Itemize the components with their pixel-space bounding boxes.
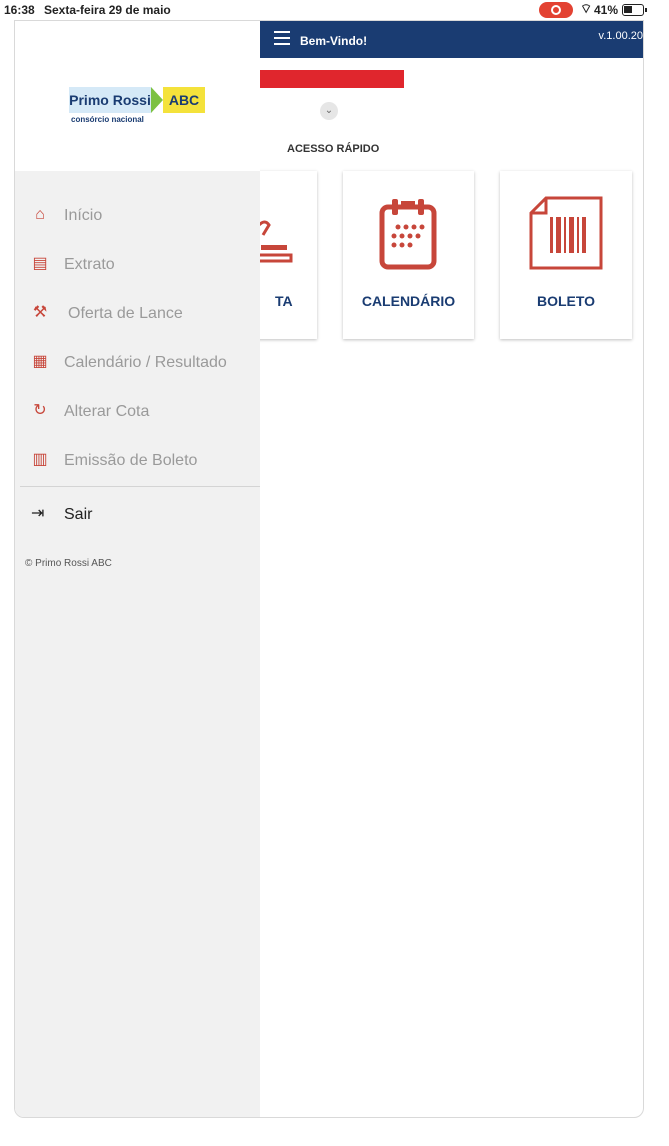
logo-name: Primo Rossi xyxy=(69,87,151,113)
screen-recording-icon xyxy=(539,2,573,18)
logout-icon: ⇥ xyxy=(31,505,45,522)
barcode-icon: ▥ xyxy=(32,451,48,468)
logo-abc: ABC xyxy=(163,87,205,113)
logo-arrow-icon xyxy=(151,87,163,113)
drawer-item-label: Extrato xyxy=(64,256,115,273)
drawer-header: Primo Rossi ABC consórcio nacional xyxy=(15,21,260,171)
logout-label: Sair xyxy=(64,506,93,523)
drawer-menu: ⌂ Início ▤ Extrato ⚒ Oferta de Lance ▦ C… xyxy=(15,194,260,488)
quick-card-label: CALENDÁRIO xyxy=(361,293,456,309)
drawer-item-label: Calendário / Resultado xyxy=(64,354,227,371)
logo-tagline: consórcio nacional xyxy=(71,115,144,124)
drawer-item-label: Oferta de Lance xyxy=(68,305,183,322)
drawer-item-inicio[interactable]: ⌂ Início xyxy=(15,194,260,243)
gavel-icon xyxy=(255,220,293,263)
drawer-item-oferta-de-lance[interactable]: ⚒ Oferta de Lance xyxy=(15,292,260,341)
quick-card-boleto[interactable]: BOLETO xyxy=(500,171,632,339)
copyright-text: © Primo Rossi ABC xyxy=(25,558,112,569)
navigation-drawer: Primo Rossi ABC consórcio nacional ⌂ Iní… xyxy=(15,21,260,1117)
company-logo[interactable]: Primo Rossi ABC consórcio nacional xyxy=(69,87,205,127)
home-icon: ⌂ xyxy=(35,206,45,223)
drawer-item-label: Alterar Cota xyxy=(64,403,150,420)
drawer-divider xyxy=(20,486,260,487)
header-title: Bem-Vindo! xyxy=(300,34,368,48)
app-version: v.1.00.20 xyxy=(598,30,643,42)
logo-mark: Primo Rossi ABC xyxy=(69,87,205,113)
status-date: Sexta-feira 29 de maio xyxy=(44,3,171,17)
drawer-item-label: Emissão de Boleto xyxy=(64,452,198,469)
calendar-icon: ▦ xyxy=(32,353,48,370)
barcode-document-icon xyxy=(529,196,603,270)
alert-banner[interactable] xyxy=(260,70,404,88)
battery-percent: 41% xyxy=(594,3,619,17)
quick-card-label: BOLETO xyxy=(536,293,596,309)
status-bar: 16:38 Sexta-feira 29 de maio ⌔ 41% xyxy=(0,0,669,20)
gavel-icon: ⚒ xyxy=(32,304,48,321)
quick-card-label: TA xyxy=(275,293,293,309)
status-time: 16:38 xyxy=(4,3,35,17)
battery-icon xyxy=(622,4,647,16)
drawer-item-emissao-de-boleto[interactable]: ▥ Emissão de Boleto xyxy=(15,439,260,488)
app-header: Bem-Vindo! v.1.00.20 xyxy=(260,21,643,58)
chevron-down-icon[interactable]: ⌄ xyxy=(320,102,338,120)
quick-access-title: ACESSO RÁPIDO xyxy=(287,143,380,155)
refresh-icon: ↻ xyxy=(33,402,47,419)
logout-button[interactable]: ⇥ Sair xyxy=(15,500,260,536)
wifi-icon: ⌔ xyxy=(580,1,593,16)
quick-card-calendario[interactable]: CALENDÁRIO xyxy=(343,171,474,339)
drawer-item-label: Início xyxy=(64,207,103,224)
drawer-item-alterar-cota[interactable]: ↻ Alterar Cota xyxy=(15,390,260,439)
app-frame: Bem-Vindo! v.1.00.20 ⌄ ACESSO RÁPIDO TA … xyxy=(14,20,644,1118)
drawer-item-extrato[interactable]: ▤ Extrato xyxy=(15,243,260,292)
calendar-icon xyxy=(379,199,437,270)
document-icon: ▤ xyxy=(32,255,48,272)
drawer-item-calendario-resultado[interactable]: ▦ Calendário / Resultado xyxy=(15,341,260,390)
hamburger-menu-icon[interactable] xyxy=(274,31,290,47)
